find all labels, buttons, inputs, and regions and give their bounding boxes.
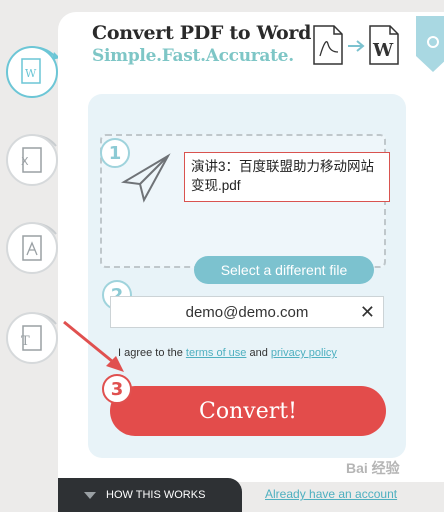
svg-text:X: X: [21, 155, 29, 168]
email-input[interactable]: demo@demo.com ✕: [110, 296, 384, 328]
rail-item-text[interactable]: T: [6, 298, 62, 378]
annotation-arrow-icon: [63, 320, 124, 372]
how-this-works-tab[interactable]: HOW THIS WORKS: [58, 478, 242, 512]
chevron-down-icon: [84, 491, 96, 499]
privacy-policy-link[interactable]: privacy policy: [271, 347, 337, 359]
pdf-doc-icon: [6, 222, 58, 274]
convert-button[interactable]: Convert!: [110, 386, 386, 436]
step-1-badge: 1: [100, 138, 130, 168]
email-value: demo@demo.com: [185, 303, 309, 321]
select-different-file-button[interactable]: Select a different file: [194, 256, 374, 284]
svg-text:T: T: [21, 334, 30, 349]
svg-text:W: W: [372, 40, 394, 61]
terms-of-use-link[interactable]: terms of use: [186, 347, 247, 359]
step-3-badge: 3: [102, 374, 132, 404]
baidu-watermark: Bai 经验: [346, 460, 400, 476]
already-have-account-link[interactable]: Already have an account: [265, 487, 397, 501]
svg-text:W: W: [25, 67, 37, 80]
rail-item-excel[interactable]: X: [6, 120, 62, 200]
terms-agreement: I agree to the terms of use and privacy …: [118, 347, 337, 359]
word-doc-icon: W: [6, 46, 58, 98]
terms-and: and: [246, 347, 271, 359]
page-title: Convert PDF to Word: [92, 22, 312, 44]
page-subtitle: Simple.Fast.Accurate.: [92, 46, 294, 66]
tag-icon: [416, 16, 444, 72]
clear-email-icon[interactable]: ✕: [360, 302, 375, 323]
selected-filename: 演讲3：百度联盟助力移动网站变现.pdf: [184, 152, 390, 202]
rail-item-pdf[interactable]: [6, 208, 62, 288]
pdf-to-word-icon: W: [313, 25, 399, 65]
file-drop-zone[interactable]: 演讲3：百度联盟助力移动网站变现.pdf Select a different …: [100, 134, 390, 284]
rail-item-word[interactable]: W: [6, 32, 62, 112]
excel-doc-icon: X: [6, 134, 58, 186]
how-this-works-label: HOW THIS WORKS: [106, 489, 206, 501]
text-doc-icon: T: [6, 312, 58, 364]
